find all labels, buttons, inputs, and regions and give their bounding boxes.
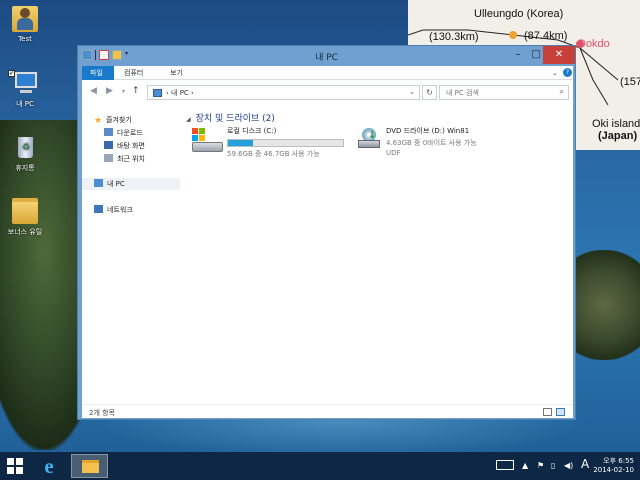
- pc-icon: [153, 89, 162, 97]
- nav-desktop[interactable]: 바탕 화면: [104, 140, 145, 152]
- place-japan: (Japan): [598, 130, 638, 142]
- start-button[interactable]: [7, 458, 24, 474]
- file-explorer-taskbar-button[interactable]: [71, 454, 108, 478]
- taskbar: e ▲ ⚑ ▯ ◀) A 오후 6:55 2014-02-10: [0, 452, 640, 480]
- user-folder-icon: [12, 6, 38, 32]
- address-dropdown-icon[interactable]: ⌄: [409, 88, 415, 96]
- address-breadcrumb[interactable]: › 내 PC ›: [166, 88, 194, 98]
- title-bar[interactable]: ▾ 내 PC – □ ✕: [78, 46, 575, 65]
- ulleungdo-marker: [509, 31, 517, 39]
- nav-this-pc[interactable]: 내 PC: [82, 178, 180, 190]
- desktop-icon-label: 내 PC: [16, 100, 34, 108]
- nav-favorites[interactable]: ★ 즐겨찾기: [94, 114, 132, 126]
- desktop-icon-label: 휴지통: [15, 164, 35, 172]
- status-bar: 2개 항목: [82, 404, 573, 418]
- nav-label: 다운로드: [117, 129, 143, 137]
- close-button[interactable]: ✕: [543, 46, 575, 64]
- desktop-icon-test[interactable]: Test: [0, 6, 50, 43]
- tab-view[interactable]: 보기: [162, 66, 191, 80]
- place-ulleungdo: Ulleungdo (Korea): [474, 8, 564, 20]
- network-tray-icon[interactable]: ▯: [551, 461, 555, 470]
- group-header[interactable]: ◢ 장치 및 드라이브 (2): [186, 111, 275, 124]
- drive-usage-fill: [228, 140, 254, 146]
- place-oki-island: Oki island: [592, 118, 640, 130]
- download-icon: [104, 128, 113, 136]
- action-center-icon[interactable]: ⚑: [537, 461, 544, 470]
- distance-157km: (157: [620, 76, 640, 88]
- windows-logo-icon: [7, 458, 14, 465]
- drive-free-space: 4.63GB 중 0바이트 사용 가능: [386, 139, 477, 147]
- window-title: 내 PC: [315, 53, 338, 63]
- tab-file[interactable]: 파일: [82, 66, 114, 80]
- group-title: 장치 및 드라이브 (2): [195, 114, 275, 124]
- forward-icon[interactable]: ▶: [106, 86, 113, 96]
- large-icons-view-icon[interactable]: [556, 408, 565, 416]
- tab-computer[interactable]: 컴퓨터: [116, 66, 151, 80]
- internet-explorer-icon[interactable]: e: [38, 456, 60, 477]
- nav-network[interactable]: 네트워크: [94, 204, 133, 216]
- back-icon[interactable]: ◀: [90, 86, 97, 96]
- clock-date: 2014-02-10: [593, 466, 634, 474]
- nav-label: 바탕 화면: [117, 142, 145, 150]
- address-bar[interactable]: › 내 PC › ⌄: [147, 85, 420, 100]
- nav-recent[interactable]: 최근 위치: [104, 153, 145, 165]
- search-input[interactable]: [446, 86, 556, 99]
- ime-indicator[interactable]: A: [581, 457, 589, 471]
- folder-icon: [82, 460, 99, 473]
- drive-name: DVD 드라이브 (D:) Win81: [386, 127, 470, 135]
- explorer-window[interactable]: ▾ 내 PC – □ ✕ 파일 컴퓨터 보기 ⌄ ? ◀ ▶ ▾ ↑ › 내 P…: [77, 45, 576, 420]
- up-icon[interactable]: ↑: [132, 86, 140, 96]
- drive-free-space: 59.6GB 중 46.7GB 사용 가능: [227, 150, 320, 158]
- details-view-icon[interactable]: [543, 408, 552, 416]
- ribbon-tabs: 파일 컴퓨터 보기 ⌄ ?: [82, 66, 573, 80]
- recent-locations-icon[interactable]: ▾: [122, 88, 125, 95]
- nav-downloads[interactable]: 다운로드: [104, 127, 143, 139]
- item-count: 2개 항목: [89, 409, 115, 417]
- distance-87km: (87.4km): [524, 30, 568, 42]
- volume-icon[interactable]: ◀): [564, 461, 573, 470]
- place-dokdo: Dokdo: [578, 38, 610, 50]
- pc-icon: [94, 179, 103, 187]
- desktop-icon-my-pc[interactable]: ✓ 내 PC: [0, 70, 50, 109]
- distance-130km: (130.3km): [429, 31, 479, 43]
- nav-label: 최근 위치: [117, 155, 145, 163]
- breadcrumb-this-pc[interactable]: 내 PC: [171, 89, 189, 97]
- nav-label: 내 PC: [107, 180, 125, 188]
- collapse-icon[interactable]: ◢: [186, 116, 191, 123]
- folder-icon: [12, 198, 38, 224]
- desktop-icon-recycle-bin[interactable]: ♻ 휴지통: [0, 134, 50, 173]
- content-area: ★ 즐겨찾기 다운로드 바탕 화면 최근 위치 내 PC 네트워크 ◢ 장치 및 드…: [82, 104, 573, 404]
- navigation-pane: ★ 즐겨찾기 다운로드 바탕 화면 최근 위치 내 PC 네트워크: [82, 104, 182, 404]
- desktop-icon-bonus-util[interactable]: 보너스 유틸: [0, 198, 50, 237]
- search-icon[interactable]: ⌕: [560, 87, 564, 97]
- recycle-bin-icon: ♻: [12, 134, 38, 160]
- refresh-button[interactable]: ↻: [422, 85, 437, 100]
- drive-filesystem: UDF: [386, 149, 401, 157]
- desktop-icon-label: 보너스 유틸: [7, 228, 43, 236]
- help-icon[interactable]: ?: [563, 68, 572, 77]
- drive-name: 로컬 디스크 (C:): [227, 127, 277, 135]
- dvd-drive-icon: ↓: [358, 128, 382, 150]
- drive-usage-bar: [227, 139, 344, 147]
- computer-icon: ✓: [8, 70, 38, 96]
- show-hidden-icons-icon[interactable]: ▲: [522, 461, 528, 470]
- keyboard-icon[interactable]: [496, 460, 514, 470]
- minimize-button[interactable]: –: [511, 46, 525, 64]
- expand-ribbon-icon[interactable]: ⌄: [552, 69, 558, 77]
- search-box[interactable]: ⌕: [439, 85, 569, 100]
- desktop-icon: [104, 141, 113, 149]
- star-icon: ★: [94, 116, 103, 126]
- navigation-bar: ◀ ▶ ▾ ↑ › 내 PC › ⌄ ↻ ⌕: [82, 80, 573, 104]
- clock-time: 오후 6:55: [603, 457, 634, 465]
- network-icon: [94, 205, 103, 213]
- desktop-icon-label: Test: [18, 35, 32, 43]
- recent-places-icon: [104, 154, 113, 162]
- maximize-button[interactable]: □: [529, 46, 543, 64]
- nav-label: 네트워크: [107, 206, 133, 214]
- nav-label: 즐겨찾기: [106, 116, 132, 124]
- system-clock[interactable]: 오후 6:55 2014-02-10: [590, 457, 634, 475]
- hard-drive-icon: [192, 128, 224, 154]
